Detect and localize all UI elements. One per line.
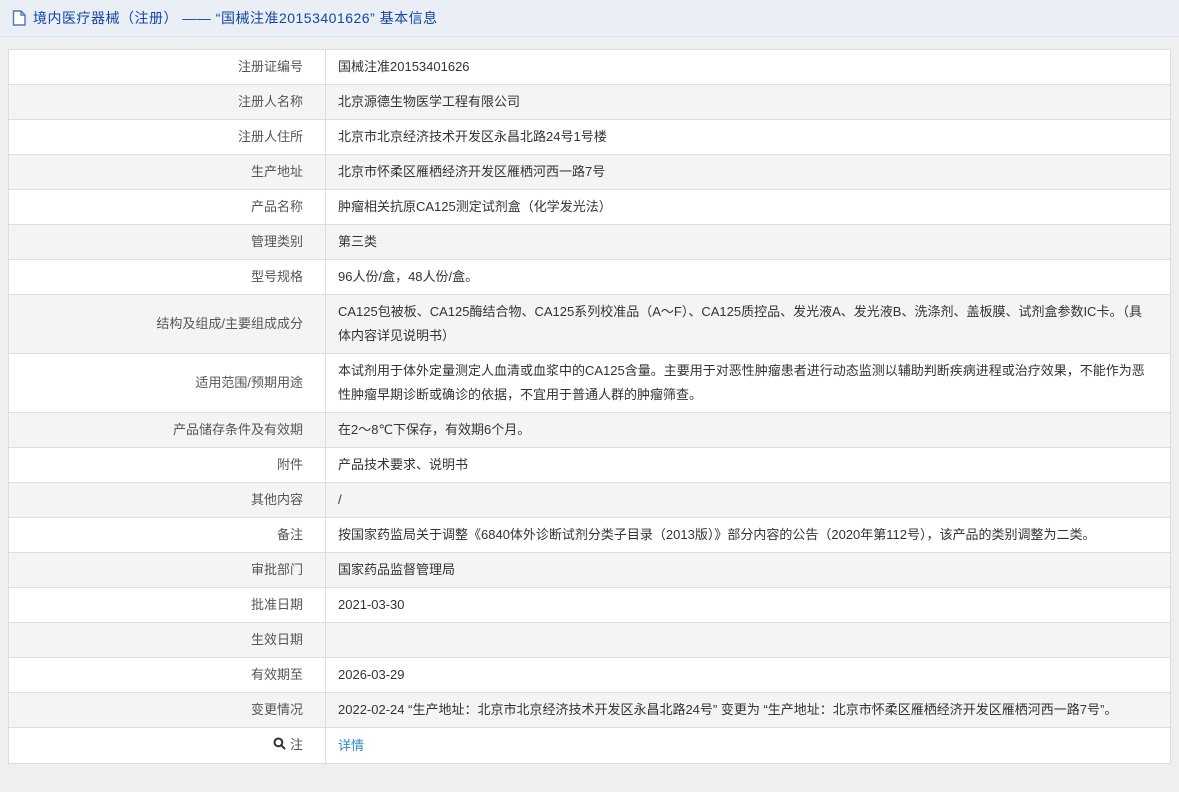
row-label: 变更情况 xyxy=(9,693,326,728)
table-row: 注册人名称 北京源德生物医学工程有限公司 xyxy=(9,85,1171,120)
row-label: 其他内容 xyxy=(9,483,326,518)
row-label: 适用范围/预期用途 xyxy=(9,354,326,413)
row-label: 注册证编号 xyxy=(9,50,326,85)
row-value: 2026-03-29 xyxy=(326,658,1171,693)
row-label: 产品储存条件及有效期 xyxy=(9,413,326,448)
row-label: 生产地址 xyxy=(9,155,326,190)
row-value: 按国家药监局关于调整《6840体外诊断试剂分类子目录（2013版）》部分内容的公… xyxy=(326,518,1171,553)
table-row: 备注 按国家药监局关于调整《6840体外诊断试剂分类子目录（2013版）》部分内… xyxy=(9,518,1171,553)
registration-info-table: 注册证编号 国械注准20153401626 注册人名称 北京源德生物医学工程有限… xyxy=(8,49,1171,764)
row-value: 2022-02-24 “生产地址：北京市北京经济技术开发区永昌北路24号” 变更… xyxy=(326,693,1171,728)
table-row: 结构及组成/主要组成成分 CA125包被板、CA125酶结合物、CA125系列校… xyxy=(9,295,1171,354)
note-label: 注 xyxy=(290,737,303,752)
row-label: 审批部门 xyxy=(9,553,326,588)
row-label: 注册人名称 xyxy=(9,85,326,120)
row-value: 国家药品监督管理局 xyxy=(326,553,1171,588)
row-label: 结构及组成/主要组成成分 xyxy=(9,295,326,354)
table-row: 产品储存条件及有效期 在2～8℃下保存，有效期6个月。 xyxy=(9,413,1171,448)
table-row: 有效期至 2026-03-29 xyxy=(9,658,1171,693)
row-value: 第三类 xyxy=(326,225,1171,260)
table-row: 适用范围/预期用途 本试剂用于体外定量测定人血清或血浆中的CA125含量。主要用… xyxy=(9,354,1171,413)
row-value: / xyxy=(326,483,1171,518)
document-icon xyxy=(12,10,26,26)
table-row: 批准日期 2021-03-30 xyxy=(9,588,1171,623)
row-label: 管理类别 xyxy=(9,225,326,260)
row-value: 北京市北京经济技术开发区永昌北路24号1号楼 xyxy=(326,120,1171,155)
table-row: 审批部门 国家药品监督管理局 xyxy=(9,553,1171,588)
row-label: 附件 xyxy=(9,448,326,483)
table-row: 管理类别 第三类 xyxy=(9,225,1171,260)
row-value: 产品技术要求、说明书 xyxy=(326,448,1171,483)
magnifier-icon xyxy=(273,734,286,758)
details-link[interactable]: 详情 xyxy=(338,738,364,753)
table-row-note: 注 详情 xyxy=(9,728,1171,764)
row-value: 北京市怀柔区雁栖经济开发区雁栖河西一路7号 xyxy=(326,155,1171,190)
row-label: 产品名称 xyxy=(9,190,326,225)
table-row: 生效日期 xyxy=(9,623,1171,658)
row-label: 生效日期 xyxy=(9,623,326,658)
row-value: 肿瘤相关抗原CA125测定试剂盒（化学发光法） xyxy=(326,190,1171,225)
table-row: 产品名称 肿瘤相关抗原CA125测定试剂盒（化学发光法） xyxy=(9,190,1171,225)
table-row: 变更情况 2022-02-24 “生产地址：北京市北京经济技术开发区永昌北路24… xyxy=(9,693,1171,728)
row-label: 批准日期 xyxy=(9,588,326,623)
page-title: 境内医疗器械（注册） —— “国械注准20153401626” 基本信息 xyxy=(33,8,438,28)
row-value: 96人份/盒，48人份/盒。 xyxy=(326,260,1171,295)
table-row: 注册人住所 北京市北京经济技术开发区永昌北路24号1号楼 xyxy=(9,120,1171,155)
page-header: 境内医疗器械（注册） —— “国械注准20153401626” 基本信息 xyxy=(0,0,1179,37)
table-row: 生产地址 北京市怀柔区雁栖经济开发区雁栖河西一路7号 xyxy=(9,155,1171,190)
row-value: 国械注准20153401626 xyxy=(326,50,1171,85)
row-value: 本试剂用于体外定量测定人血清或血浆中的CA125含量。主要用于对恶性肿瘤患者进行… xyxy=(326,354,1171,413)
table-row: 附件 产品技术要求、说明书 xyxy=(9,448,1171,483)
table-row: 注册证编号 国械注准20153401626 xyxy=(9,50,1171,85)
table-row: 其他内容 / xyxy=(9,483,1171,518)
row-value: 2021-03-30 xyxy=(326,588,1171,623)
row-value: 北京源德生物医学工程有限公司 xyxy=(326,85,1171,120)
row-value: 在2～8℃下保存，有效期6个月。 xyxy=(326,413,1171,448)
row-label: 注册人住所 xyxy=(9,120,326,155)
row-label: 型号规格 xyxy=(9,260,326,295)
table-row: 型号规格 96人份/盒，48人份/盒。 xyxy=(9,260,1171,295)
row-value: CA125包被板、CA125酶结合物、CA125系列校准品（A～F）、CA125… xyxy=(326,295,1171,354)
row-label: 注 xyxy=(9,728,326,764)
row-value: 详情 xyxy=(326,728,1171,764)
row-value xyxy=(326,623,1171,658)
row-label: 备注 xyxy=(9,518,326,553)
row-label: 有效期至 xyxy=(9,658,326,693)
